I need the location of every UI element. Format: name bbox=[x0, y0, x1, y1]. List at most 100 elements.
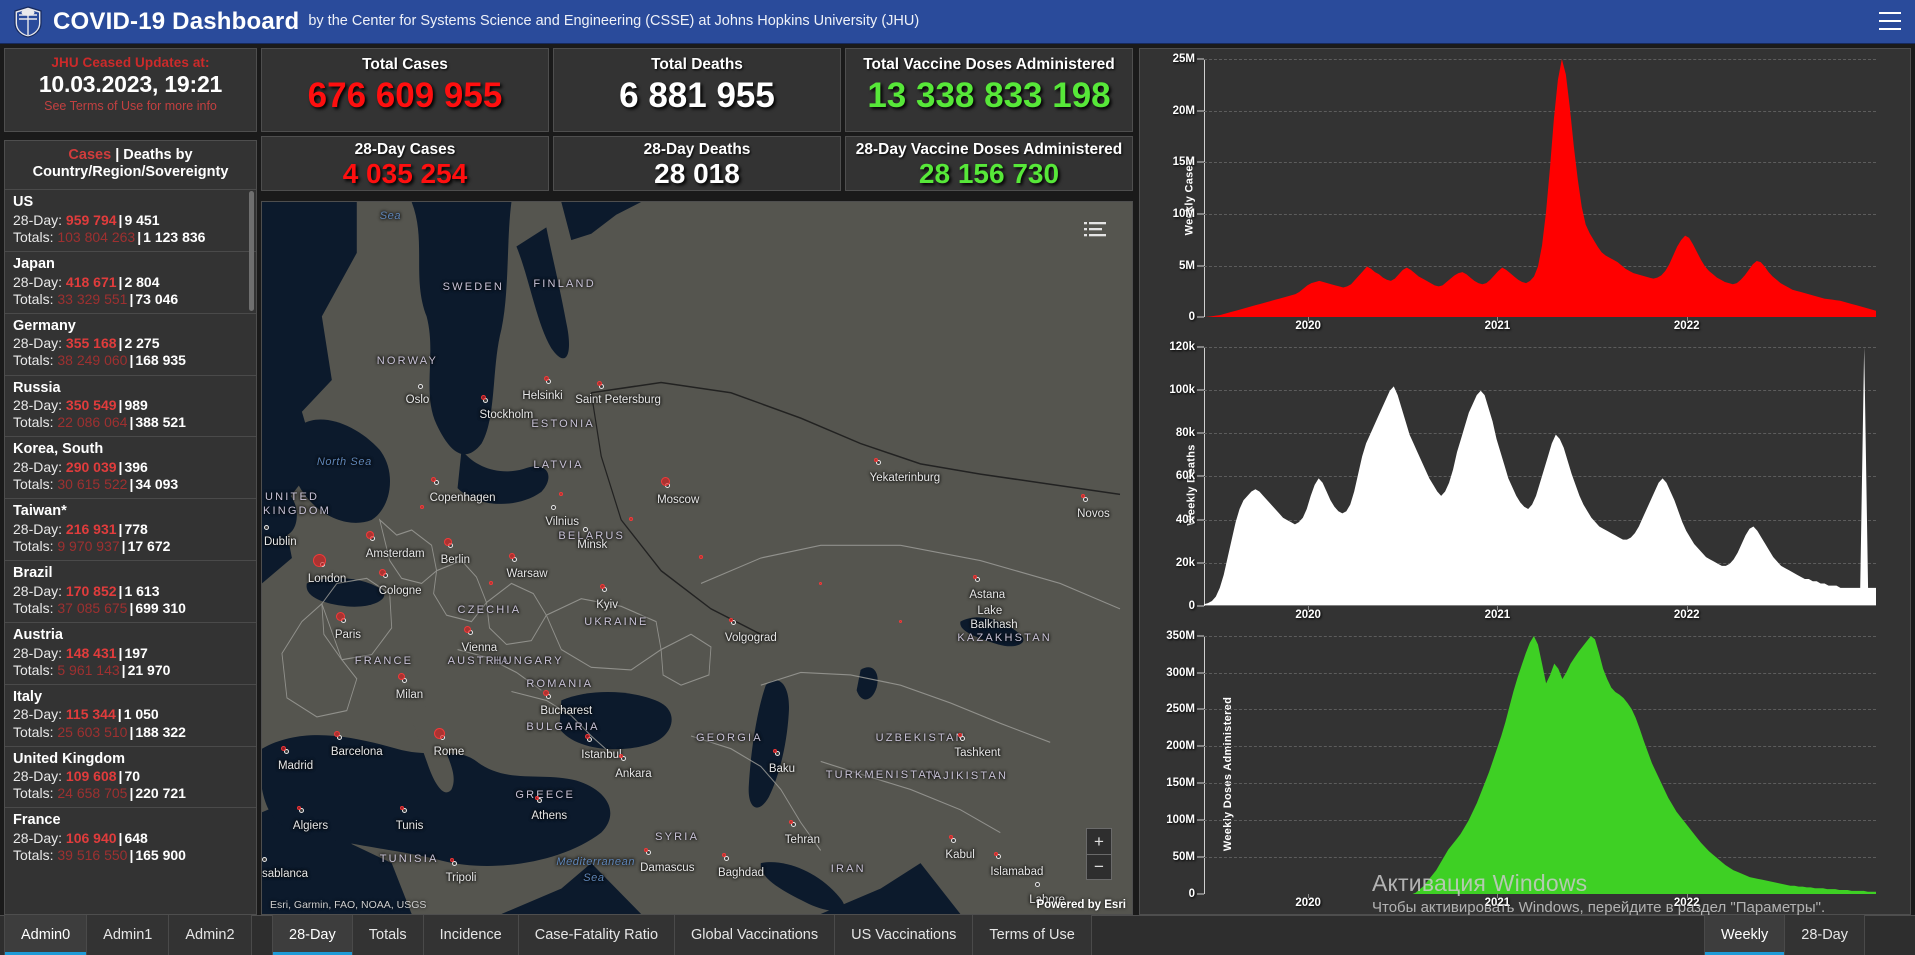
country-totals-line: Totals: 103 804 263 | 1 123 836 bbox=[13, 228, 206, 245]
zoom-in-button[interactable]: + bbox=[1086, 828, 1112, 854]
country-28day-line: 28-Day: 170 852 | 1 613 bbox=[13, 582, 160, 599]
stat-label: 28-Day Vaccine Doses Administered bbox=[855, 141, 1123, 158]
chart-y-tick-mark bbox=[1197, 432, 1204, 434]
country-list-item[interactable]: Japan 28-Day: 418 671 | 2 804 Totals: 33 329… bbox=[5, 250, 256, 313]
chart-x-tick-mark bbox=[1497, 605, 1499, 610]
country-header-line2: Country/Region/Sovereignty bbox=[32, 164, 229, 181]
stat-label: Total Deaths bbox=[651, 56, 743, 73]
country-28day-line: 28-Day: 290 039 | 396 bbox=[13, 459, 148, 476]
ceased-date: 10.03.2023, 19:21 bbox=[38, 71, 223, 97]
map-case-bubble bbox=[313, 553, 327, 567]
chart-y-tick-mark bbox=[1197, 856, 1204, 858]
tab-admin0[interactable]: Admin0 bbox=[4, 915, 88, 955]
zoom-out-button[interactable]: − bbox=[1086, 854, 1112, 880]
country-list-item[interactable]: Brazil 28-Day: 170 852 | 1 613 Totals: 37 08… bbox=[5, 560, 256, 622]
stat-card: Total Cases 676 609 955 bbox=[261, 48, 549, 132]
map-case-bubble bbox=[480, 394, 486, 400]
tab-admin2[interactable]: Admin2 bbox=[169, 915, 252, 955]
tab-totals[interactable]: Totals bbox=[352, 915, 424, 955]
country-28day-line: 28-Day: 959 794 | 9 451 bbox=[13, 211, 160, 228]
page-subtitle: by the Center for Systems Science and En… bbox=[308, 13, 920, 29]
tab-28-day[interactable]: 28-Day bbox=[1785, 915, 1865, 955]
stat-value: 13 338 833 198 bbox=[867, 76, 1111, 115]
admin-tab-group: Admin0 Admin1 Admin2 bbox=[4, 915, 252, 955]
country-28day-line: 28-Day: 350 549 | 989 bbox=[13, 397, 148, 414]
country-totals-line: Totals: 24 658 705 | 220 721 bbox=[13, 785, 186, 802]
country-list-item[interactable]: Taiwan* 28-Day: 216 931 | 778 Totals: 9 970 … bbox=[5, 498, 256, 560]
country-name: Brazil bbox=[13, 565, 53, 582]
country-list-item[interactable]: France 28-Day: 106 940 | 648 Totals: 39 516 … bbox=[5, 807, 256, 869]
tab-global-vaccinations[interactable]: Global Vaccinations bbox=[675, 915, 836, 955]
page-title: COVID-19 Dashboard bbox=[53, 7, 300, 35]
chart-plot-area: 0 20k 40k 60k 80k 100k 120k 2020 2021 2022 bbox=[1169, 341, 1876, 621]
country-totals-line: Totals: 33 329 551 | 73 046 bbox=[13, 290, 179, 307]
legend-list-icon[interactable] bbox=[1084, 220, 1106, 240]
chart-y-tick-mark bbox=[1197, 605, 1204, 607]
stat-card: 28-Day Deaths 28 018 bbox=[553, 136, 841, 191]
country-list-item[interactable]: United Kingdom 28-Day: 109 608 | 70 Totals: … bbox=[5, 745, 256, 808]
map-case-bubble bbox=[296, 805, 301, 810]
country-name: Russia bbox=[13, 379, 61, 396]
country-list-item[interactable]: Germany 28-Day: 355 168 | 2 275 Totals: 38 2… bbox=[5, 312, 256, 375]
tab-weekly[interactable]: Weekly bbox=[1703, 915, 1786, 955]
tab-admin1[interactable]: Admin1 bbox=[87, 915, 170, 955]
map-zoom-controls[interactable]: + − bbox=[1086, 828, 1112, 880]
tab-case-fatality-ratio[interactable]: Case-Fatality Ratio bbox=[518, 915, 676, 955]
chart-y-tick-mark bbox=[1197, 635, 1204, 637]
map-case-bubble bbox=[434, 727, 446, 739]
country-list-item[interactable]: US 28-Day: 959 794 | 9 451 Totals: 103 804 2… bbox=[5, 189, 256, 251]
chart-y-tick-mark bbox=[1197, 316, 1204, 318]
map-case-bubble bbox=[619, 753, 624, 758]
stat-value: 4 035 254 bbox=[342, 158, 468, 189]
chart-y-axis-label: Weekly Cases bbox=[1183, 158, 1196, 236]
stat-label: 28-Day Deaths bbox=[643, 141, 751, 158]
stat-value: 28 156 730 bbox=[918, 158, 1060, 189]
tab-28-day[interactable]: 28-Day bbox=[272, 915, 353, 955]
country-list-item[interactable]: Austria 28-Day: 148 431 | 197 Totals: 5 961 … bbox=[5, 621, 256, 684]
chart-3: Weekly Doses Administered 0 50M 100M 150M 200… bbox=[1142, 630, 1904, 918]
map-case-bubble bbox=[728, 617, 733, 622]
hamburger-menu-icon[interactable] bbox=[1879, 12, 1901, 30]
country-28day-line: 28-Day: 148 431 | 197 bbox=[13, 644, 148, 661]
ceased-terms-link[interactable]: See Terms of Use for more info bbox=[5, 99, 256, 113]
country-header-cases: Cases bbox=[68, 147, 112, 163]
map-city-dot bbox=[262, 856, 267, 862]
map-case-bubble bbox=[584, 734, 590, 740]
map-powered-by: Powered by Esri bbox=[1036, 899, 1126, 911]
country-list-item[interactable]: Italy 28-Day: 115 344 | 1 050 Totals: 25 603… bbox=[5, 683, 256, 746]
tab-terms-of-use[interactable]: Terms of Use bbox=[973, 915, 1092, 955]
chart-y-tick-mark bbox=[1197, 265, 1204, 267]
tab-us-vaccinations[interactable]: US Vaccinations bbox=[835, 915, 974, 955]
center-column: Total Cases 676 609 955 Total Deaths 6 881 … bbox=[261, 48, 1133, 915]
country-list-scrollbar[interactable] bbox=[249, 191, 254, 311]
country-name: Austria bbox=[13, 626, 63, 643]
map-case-bubble bbox=[721, 852, 726, 857]
map-case-bubble bbox=[772, 748, 777, 753]
chart-x-tick-mark bbox=[1686, 317, 1688, 322]
country-totals-line: Totals: 22 086 064 | 388 521 bbox=[13, 414, 186, 431]
chart-y-tick-mark bbox=[1197, 389, 1204, 391]
chart-series bbox=[1204, 635, 1876, 894]
country-list-item[interactable]: Russia 28-Day: 350 549 | 989 Totals: 22 086 … bbox=[5, 374, 256, 437]
map-case-bubble bbox=[333, 730, 340, 737]
country-28day-line: 28-Day: 115 344 | 1 050 bbox=[13, 706, 159, 723]
country-list-item[interactable]: Korea, South 28-Day: 290 039 | 396 Totals: 3… bbox=[5, 436, 256, 498]
main-tab-group: 28-Day Totals Incidence Case-Fatality Ratio… bbox=[272, 915, 1092, 955]
chart-series bbox=[1204, 59, 1876, 318]
country-name: France bbox=[13, 812, 61, 829]
map-city-dot bbox=[417, 383, 423, 389]
country-totals-line: Totals: 5 961 143 | 21 970 bbox=[13, 661, 171, 678]
map-case-bubble bbox=[819, 581, 823, 585]
country-name: Italy bbox=[13, 688, 43, 705]
tab-incidence[interactable]: Incidence bbox=[423, 915, 519, 955]
country-list-header: Cases | Deaths by Country/Region/Soverei… bbox=[5, 141, 256, 189]
chart-y-tick-mark bbox=[1197, 346, 1204, 348]
country-list-panel: Cases | Deaths by Country/Region/Soverei… bbox=[4, 140, 257, 915]
country-totals-line: Totals: 39 516 550 | 165 900 bbox=[13, 847, 186, 864]
country-28day-line: 28-Day: 109 608 | 70 bbox=[13, 768, 141, 785]
world-map[interactable]: Sea North Sea Mediterranean Sea SWEDEN FINLAN… bbox=[261, 201, 1133, 915]
map-case-bubble bbox=[543, 375, 549, 381]
country-list-scroll[interactable]: US 28-Day: 959 794 | 9 451 Totals: 103 804 2… bbox=[5, 189, 256, 914]
map-attribution: Esri, Garmin, FAO, NOAA, USGS bbox=[270, 899, 427, 911]
chart-period-tab-group: Weekly 28-Day bbox=[1703, 915, 1865, 955]
